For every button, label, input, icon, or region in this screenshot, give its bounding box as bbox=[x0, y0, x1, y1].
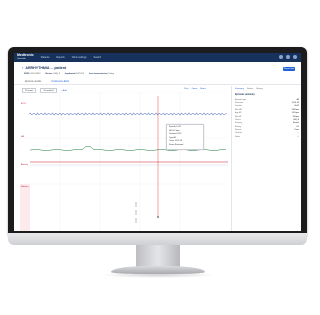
panel-row: Notes — bbox=[232, 135, 301, 138]
panel-row-value: 00:42 bbox=[294, 105, 299, 108]
patient-meta: DOB 01/01/1950 Device LINQ II Implanted … bbox=[24, 73, 114, 75]
monitor-stand-neck bbox=[136, 245, 180, 268]
export-button[interactable]: Export data bbox=[283, 67, 295, 71]
signal-plot[interactable] bbox=[20, 92, 228, 231]
panel-row-value: 14:31:58 bbox=[291, 102, 299, 105]
panel-row-key: Start time bbox=[235, 102, 244, 105]
tooltip-line: Episode 14:32 bbox=[169, 126, 182, 128]
tooltip-line: HR 142 bpm bbox=[169, 129, 180, 132]
track-label-ecg: ECG bbox=[21, 103, 26, 105]
notes-button[interactable]: Notes bbox=[200, 88, 206, 90]
panel-row-key: Review bbox=[235, 129, 242, 132]
episode-tooltip: Episode 14:32 HR 142 bpm Duration 00:42 … bbox=[166, 124, 204, 150]
panel-row-key: Avg HR bbox=[235, 112, 242, 115]
tooltip-line: Duration 00:42 bbox=[169, 133, 182, 136]
panel-tabs: Summary Details History bbox=[232, 86, 301, 92]
help-icon[interactable] bbox=[286, 55, 290, 59]
tooltip-line: Status Reviewed bbox=[169, 143, 184, 146]
panel-row-value: 142 bpm bbox=[291, 112, 299, 115]
panel-heading: Episode summary bbox=[235, 94, 255, 96]
tooltip-line: Type AF bbox=[169, 136, 176, 139]
panel-row-key: Max HR bbox=[235, 108, 242, 111]
monitor-chin bbox=[8, 233, 307, 245]
user-avatar-icon[interactable] bbox=[293, 55, 297, 59]
panel-tab-summary[interactable]: Summary bbox=[235, 88, 244, 90]
ecg-trace bbox=[29, 112, 227, 116]
tooltip-line: Onset 14:31:58 bbox=[169, 140, 182, 143]
panel-row-key: Episode type bbox=[235, 98, 246, 101]
meta-item: Device LINQ II bbox=[45, 73, 61, 75]
panel-row-key: Sensing bbox=[235, 122, 242, 125]
track-label-activity: Activity bbox=[21, 164, 28, 166]
monitor-stand-base bbox=[111, 266, 205, 274]
app-header: Medtronic CareLink Patients Reports Clin… bbox=[14, 53, 301, 62]
nav-item-search[interactable]: Search bbox=[94, 56, 102, 59]
panel-row-key: Notes bbox=[235, 135, 240, 138]
nav-item-patients[interactable]: Patients bbox=[41, 56, 50, 59]
panel-row-value: OK bbox=[296, 125, 299, 128]
zoom-button[interactable]: Zoom bbox=[192, 88, 198, 90]
panel-tab-details[interactable]: Details bbox=[247, 88, 253, 90]
app-logo[interactable]: Medtronic CareLink bbox=[17, 53, 34, 61]
title-row: ‹ ARRHYTHMIA ... patient bbox=[22, 66, 67, 71]
print-button[interactable]: Print bbox=[184, 88, 189, 90]
panel-row-key: Battery bbox=[235, 125, 241, 128]
page-title: ARRHYTHMIA ... patient bbox=[25, 66, 67, 70]
panel-row-key: Duration bbox=[235, 105, 243, 108]
chart-actions: Print Zoom Notes bbox=[184, 88, 206, 90]
panel-row-key: Device bbox=[235, 118, 241, 121]
panel-row-value: Normal bbox=[292, 122, 299, 125]
meta-item: DOB 01/01/1950 bbox=[24, 73, 41, 75]
nav-item-reports[interactable]: Reports bbox=[56, 56, 64, 59]
marker-dot bbox=[157, 216, 159, 218]
meta-item: Implanted 02/2023 bbox=[65, 73, 84, 75]
nav-item-clinic-settings[interactable]: Clinic settings bbox=[72, 56, 87, 59]
track-label-hr: HR bbox=[21, 136, 25, 138]
panel-row-value: — bbox=[297, 132, 299, 135]
panel-row-value: Done bbox=[294, 129, 299, 132]
panel-tab-history[interactable]: History bbox=[256, 88, 262, 90]
track-label-markers: Markers bbox=[21, 186, 29, 188]
panel-rows: Episode type AF Start time 14:31:58 Duration… bbox=[232, 98, 301, 139]
panel-row-value: — bbox=[297, 135, 299, 138]
notification-icon[interactable] bbox=[279, 55, 283, 59]
header-icons bbox=[279, 55, 297, 59]
red-track-bar bbox=[20, 184, 30, 231]
meta-item: Last transmission Today bbox=[88, 73, 115, 75]
details-panel: Summary Details History Episode summary … bbox=[231, 86, 301, 231]
logo-secondary: CareLink bbox=[17, 57, 26, 60]
header-divider bbox=[14, 84, 301, 85]
panel-row-key: Min HR bbox=[235, 115, 242, 118]
panel-row-value: LINQ II bbox=[293, 118, 299, 121]
panel-row-value: 98 bpm bbox=[292, 115, 299, 118]
panel-row-value: AF bbox=[296, 98, 299, 101]
panel-row-key: Clinician bbox=[235, 132, 243, 135]
panel-row-value: 168 bpm bbox=[291, 108, 299, 111]
back-arrow-icon[interactable]: ‹ bbox=[22, 66, 23, 70]
screen: Medtronic CareLink Patients Reports Clin… bbox=[14, 53, 301, 231]
logo-primary: Medtronic bbox=[17, 53, 34, 57]
